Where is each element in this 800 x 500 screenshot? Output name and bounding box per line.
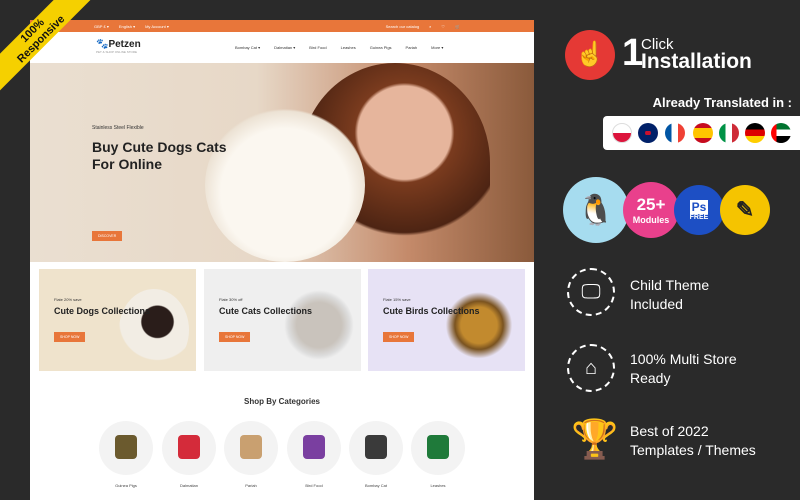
category-label: Pariah [245, 483, 257, 488]
shop-now-button[interactable]: SHOP NOW [383, 332, 415, 342]
photoshop-badge: Ps FREE [674, 185, 724, 235]
discover-button[interactable]: DISCOVER [92, 231, 123, 241]
category-label: Bird Food [305, 483, 323, 488]
prestashop-icon: 🐧 [563, 177, 629, 243]
cat-image [284, 289, 354, 369]
italy-flag-icon [719, 123, 739, 143]
hero-subtitle: Stainless Steel Flexible [92, 125, 144, 131]
feature-line2: Ready [630, 370, 671, 386]
feature-line1: Child Theme [630, 277, 710, 293]
banner-offer: Flate 15% save [383, 297, 411, 302]
account-menu[interactable]: My Account ▾ [145, 24, 169, 29]
logo-name: Petzen [108, 39, 141, 50]
header: 🐾Petzen PET & SHOP ONLINE STORE Bombay Ca… [30, 32, 534, 63]
ps-free-label: FREE [689, 213, 709, 221]
banner-title: Cute Birds Collections [383, 306, 480, 316]
feature-multistore: 100% Multi Store Ready [630, 350, 737, 388]
category-label: Bombay Cat [364, 483, 387, 488]
shop-now-button[interactable]: SHOP NOW [54, 332, 86, 342]
install-number: 1 [622, 32, 644, 74]
uae-flag-icon [771, 123, 791, 143]
trophy-icon: 🏆 [571, 419, 619, 461]
store-screenshot: GBP £ ▾ English ▾ My Account ▾ Search ou… [30, 20, 534, 500]
main-nav: Bombay Cat ▾ Dalmatian ▾ Bird Food Leash… [235, 45, 443, 50]
category-item[interactable]: Leashes [410, 421, 466, 488]
shop-now-button[interactable]: SHOP NOW [219, 332, 251, 342]
category-item[interactable]: Dalmatian [161, 421, 217, 488]
feature-line1: 100% Multi Store [630, 351, 737, 367]
category-label: Leashes [430, 483, 446, 488]
feature-child-theme: Child Theme Included [630, 276, 709, 314]
touch-icon: ☝ [565, 30, 615, 80]
france-flag-icon [665, 123, 685, 143]
bird-image [443, 284, 523, 359]
category-item[interactable]: Pariah [223, 421, 279, 488]
search-icon[interactable]: ⌕ [429, 24, 431, 29]
banner-offer: Flate 30% off [219, 297, 243, 302]
dog-image [205, 108, 365, 262]
categories-title: Shop By Categories [243, 397, 320, 406]
banner-birds[interactable]: Flate 15% save Cute Birds Collections SH… [368, 269, 525, 371]
translated-label: Already Translated in : [652, 95, 792, 110]
banner-title: Cute Dogs Collections [54, 306, 151, 316]
nav-item[interactable]: Dalmatian ▾ [274, 45, 295, 50]
install-line2: Installation [641, 50, 752, 73]
flags-box [603, 116, 800, 150]
banner-title: Cute Cats Collections [219, 306, 313, 316]
logo[interactable]: 🐾Petzen PET & SHOP ONLINE STORE [96, 39, 141, 54]
banner-cats[interactable]: Flate 30% off Cute Cats Collections SHOP… [204, 269, 361, 371]
language-selector[interactable]: English ▾ [119, 24, 135, 29]
spain-flag-icon [693, 123, 713, 143]
modules-label: Modules [632, 215, 670, 225]
dog-image [119, 289, 189, 371]
nav-item[interactable]: Pariah [406, 45, 418, 50]
hero-banner: Stainless Steel Flexible Buy Cute Dogs C… [30, 63, 534, 262]
banner-dogs[interactable]: Flate 20% save Cute Dogs Collections SHO… [39, 269, 196, 371]
category-item[interactable]: Bombay Cat [348, 421, 404, 488]
nav-item[interactable]: Leashes [341, 45, 356, 50]
modules-count: 25+ [636, 195, 666, 214]
hero-title: Buy Cute Dogs Cats For Online [92, 139, 227, 172]
feature-line2: Templates / Themes [630, 442, 756, 458]
paw-icon: 🐾 [96, 39, 109, 50]
category-item[interactable]: Bird Food [286, 421, 342, 488]
store-icon: ⌂ [567, 344, 615, 392]
currency-selector[interactable]: GBP £ ▾ [94, 24, 109, 29]
nav-item[interactable]: Guinea Pigs [370, 45, 392, 50]
modules-badge: 25+ Modules [623, 182, 679, 238]
top-bar: GBP £ ▾ English ▾ My Account ▾ Search ou… [30, 20, 534, 32]
document-edit-icon: ✎ [720, 185, 770, 235]
nav-item[interactable]: Bombay Cat ▾ [235, 45, 260, 50]
monitor-icon: 🖵 [567, 268, 615, 316]
search-input[interactable]: Search our catalog [386, 24, 420, 29]
category-label: Guinea Pigs [115, 483, 137, 488]
nav-item[interactable]: Bird Food [309, 45, 326, 50]
banner-offer: Flate 20% save [54, 297, 82, 302]
cart-icon[interactable]: 🛒 [455, 24, 460, 29]
feature-line2: Included [630, 296, 683, 312]
category-item[interactable]: Guinea Pigs [98, 421, 154, 488]
category-label: Dalmatian [179, 483, 198, 488]
uk-flag-icon [638, 123, 658, 143]
germany-flag-icon [745, 123, 765, 143]
logo-tagline: PET & SHOP ONLINE STORE [96, 50, 138, 54]
wishlist-icon[interactable]: ♡ [441, 24, 445, 29]
poland-flag-icon [612, 123, 632, 143]
nav-item[interactable]: More ▾ [431, 45, 443, 50]
ps-icon: Ps [689, 199, 709, 214]
feature-best-2022: Best of 2022 Templates / Themes [630, 422, 756, 460]
feature-line1: Best of 2022 [630, 423, 709, 439]
